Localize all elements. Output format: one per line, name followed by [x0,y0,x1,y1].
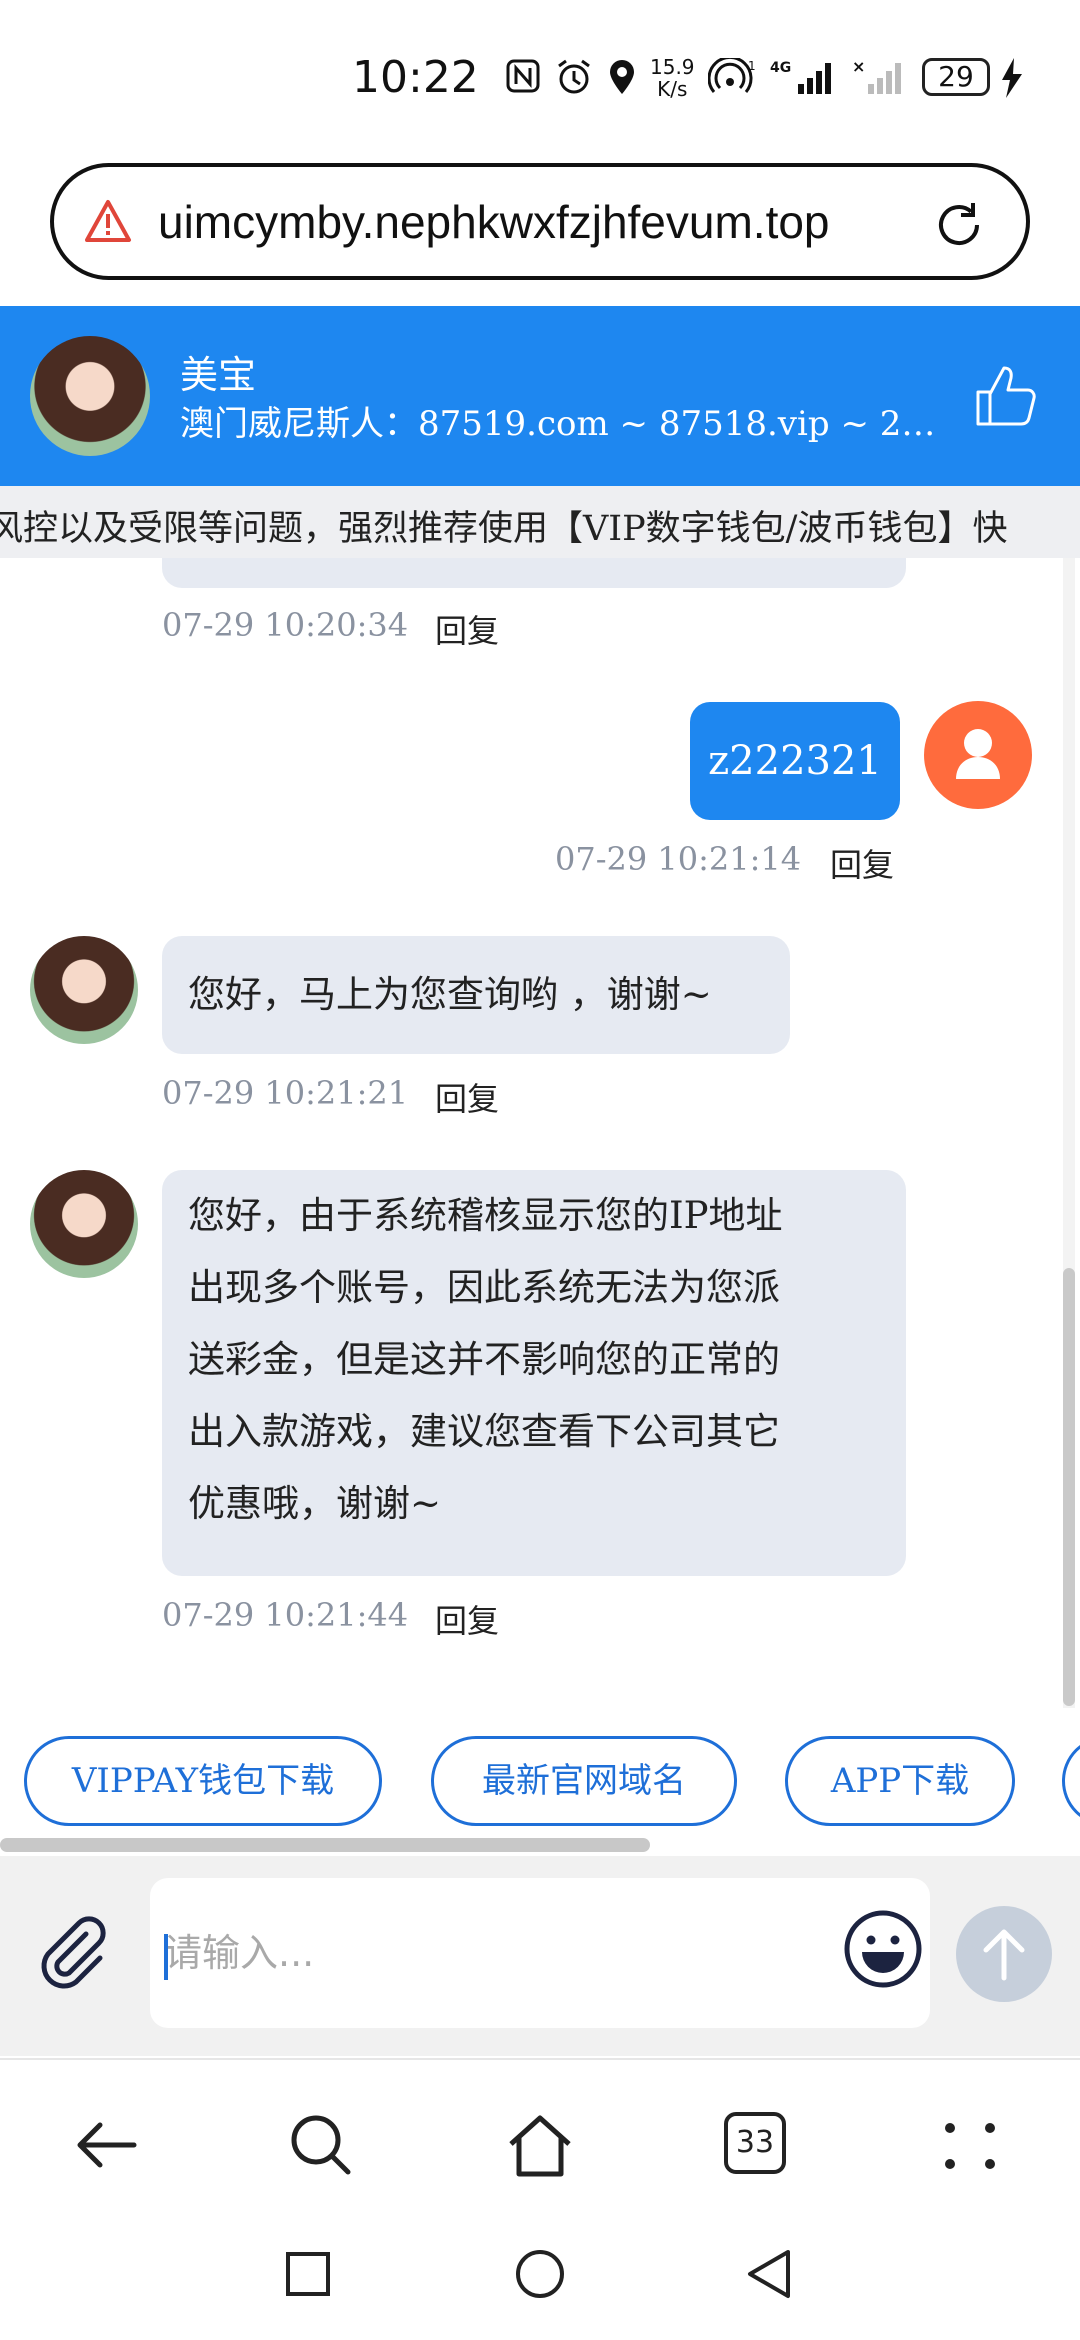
reply-link[interactable]: 回复 [435,606,499,652]
emoji-icon[interactable] [842,1908,924,1990]
recents-icon[interactable] [284,2250,332,2298]
back-triangle-icon[interactable] [744,2248,794,2300]
reply-link[interactable]: 回复 [830,840,894,886]
send-button[interactable] [956,1906,1052,2002]
search-icon[interactable] [286,2110,356,2180]
network-speed: 15.9 K/s [650,55,695,101]
user-icon [956,729,1000,779]
vippay-download-button[interactable]: VIPPAY钱包下载 [24,1736,382,1826]
signal-4g-icon: 4G [770,60,831,94]
address-bar[interactable]: uimcymby.nephkwxfzjhfevum.top [50,163,1030,280]
nfc-icon [506,59,540,93]
back-icon[interactable] [72,2110,142,2180]
agent-avatar [30,936,138,1044]
agent-subtitle: 澳门威尼斯人：87519.com ~ 87518.vip ~ 24... [180,404,940,444]
home-icon[interactable] [505,2110,575,2180]
battery-indicator: 29 [922,58,990,96]
system-navigation [0,2228,1080,2340]
hotspot-icon: 1 [708,58,756,93]
svg-text:1: 1 [748,59,756,73]
agent-avatar [30,1170,138,1278]
more-quick-button[interactable] [1062,1736,1080,1826]
agent-name: 美宝 [180,353,257,397]
agent-avatar [30,336,150,456]
message-time: 07-29 10:20:34 [162,606,409,644]
signal-off-icon: × [852,58,901,94]
reply-link[interactable]: 回复 [435,1596,499,1642]
svg-text:×: × [852,58,865,76]
arrow-up-icon [983,1929,1025,1981]
more-menu-icon[interactable] [940,2110,1000,2180]
url-text[interactable]: uimcymby.nephkwxfzjhfevum.top [158,195,830,249]
attachment-icon[interactable] [34,1914,114,1994]
message-bubble [162,558,906,588]
horizontal-scrollbar[interactable] [0,1838,650,1852]
reply-link[interactable]: 回复 [435,1074,499,1120]
alarm-icon [558,59,590,94]
charging-icon [1002,58,1022,98]
text-cursor [164,1934,168,1980]
notice-marquee: 风控以及受限等问题，强烈推荐使用【VIP数字钱包/波币钱包】快 [0,486,1080,558]
quick-actions: VIPPAY钱包下载 最新官网域名 APP下载 [0,1708,1080,1848]
message-time: 07-29 10:21:21 [162,1074,409,1112]
chat-messages[interactable]: 07-29 10:20:34 回复 z222321 07-29 10:21:14… [0,558,1080,1708]
svg-text:4G: 4G [770,60,791,76]
message-time: 07-29 10:21:44 [162,1596,409,1634]
message-time: 07-29 10:21:14 [555,840,802,878]
location-icon [610,60,634,94]
message-bubble: 您好，由于系统稽核显示您的IP地址 出现多个账号，因此系统无法为您派 送彩金，但… [162,1170,906,1576]
home-circle-icon[interactable] [514,2248,566,2300]
notice-text: 风控以及受限等问题，强烈推荐使用【VIP数字钱包/波币钱包】快 [0,509,1008,549]
chat-header: 美宝 澳门威尼斯人：87519.com ~ 87518.vip ~ 24... [0,306,1080,486]
latest-domain-button[interactable]: 最新官网域名 [431,1736,737,1826]
reload-icon[interactable] [929,195,989,255]
message-input[interactable] [150,1878,930,2028]
scrollbar-thumb[interactable] [1063,1268,1075,1706]
app-download-button[interactable]: APP下载 [785,1736,1015,1826]
message-input-bar [0,1856,1080,2056]
status-time: 10:22 [352,52,479,103]
user-avatar [924,701,1032,809]
thumbs-up-icon[interactable] [972,362,1040,430]
warning-icon[interactable] [84,199,132,243]
tabs-button[interactable]: 33 [724,2112,786,2174]
user-message-bubble: z222321 [690,702,900,820]
browser-toolbar: 33 [0,2058,1080,2228]
status-bar: 10:22 15.9 K/s 1 4G × 29 [0,0,1080,150]
message-bubble: 您好，马上为您查询哟 ，谢谢~ [162,936,790,1054]
